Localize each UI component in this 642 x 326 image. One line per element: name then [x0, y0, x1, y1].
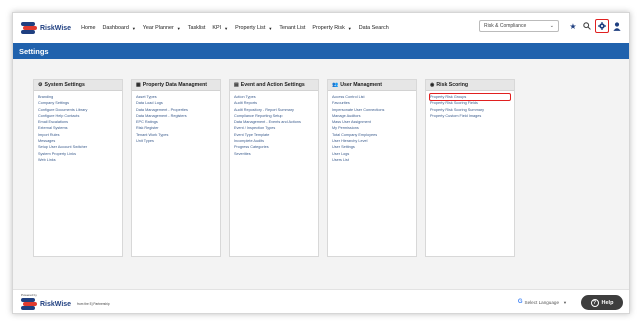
caret-down-icon: ▼: [347, 25, 352, 31]
caret-down-icon: ▼: [563, 299, 567, 305]
nav-kpi[interactable]: KPI ▼: [212, 25, 228, 31]
nav-tasklist-label: Tasklist: [187, 25, 206, 31]
nav-home[interactable]: Home: [81, 25, 95, 31]
help-label: Help: [601, 299, 614, 306]
caret-down-icon: ▼: [176, 25, 181, 31]
language-select-label: Select Language: [524, 299, 560, 305]
link-property-custom-field-images[interactable]: Property Custom Field Images: [430, 113, 510, 119]
chevron-down-icon: ⌄: [549, 23, 554, 29]
app-window: RiskWise Home Dashboard ▼ Year Planner ▼ T…: [12, 12, 630, 314]
panel-user-managment: 👥 User Managment Access Control List Fav…: [327, 79, 417, 257]
search-icon[interactable]: [581, 20, 593, 32]
building-icon: ▦: [136, 82, 141, 88]
nav-home-label: Home: [81, 25, 96, 31]
nav-dashboard[interactable]: Dashboard ▼: [102, 25, 135, 31]
powered-by-text: Powered by: [21, 293, 37, 297]
panel-title: User Managment: [340, 82, 383, 88]
nav-tenant-list-label: Tenant List: [279, 25, 306, 31]
nav-year-planner-label: Year Planner: [142, 25, 174, 31]
panel-title: Property Data Managment: [142, 82, 208, 88]
nav-year-planner[interactable]: Year Planner ▼: [143, 25, 181, 31]
user-icon[interactable]: [611, 20, 623, 32]
link-unit-types[interactable]: Unit Types: [136, 138, 216, 144]
page-title: Settings: [19, 46, 49, 56]
link-severities[interactable]: Severities: [234, 151, 314, 157]
nav-property-risk-label: Property Risk: [312, 25, 345, 31]
footer: Powered by RiskWise from the Ej Partners…: [13, 289, 629, 313]
nav-property-list-label: Property List: [235, 25, 266, 31]
caret-down-icon: ▼: [268, 25, 273, 31]
panel-event-action-settings: ▤ Event and Action Settings Action Types…: [229, 79, 319, 257]
riskwise-logo-icon: [21, 298, 37, 310]
panel-property-data-managment: ▦ Property Data Managment Asset Types Da…: [131, 79, 221, 257]
navbar-tools: Risk & Compliance ⌄ ★: [479, 19, 623, 33]
panel-header: ▤ Event and Action Settings: [230, 80, 318, 91]
panel-title: System Settings: [44, 82, 85, 88]
module-select-value: Risk & Compliance: [484, 23, 527, 29]
nav-data-search-label: Data Search: [358, 25, 389, 31]
panel-title: Event and Action Settings: [240, 82, 305, 88]
caret-down-icon: ▼: [131, 25, 136, 31]
link-web-links[interactable]: Web Links: [38, 157, 118, 163]
dashboard-icon: ◉: [430, 82, 435, 88]
footer-brand-name: RiskWise: [40, 300, 72, 308]
google-icon: G: [517, 299, 523, 305]
nav-dashboard-label: Dashboard: [102, 25, 129, 31]
panel-header: ⚙ System Settings: [34, 80, 122, 91]
riskwise-logo-icon: [21, 22, 37, 34]
panel-risk-scoring: ◉ Risk Scoring Property Risk Groups Prop…: [425, 79, 515, 257]
nav-property-list[interactable]: Property List ▼: [235, 25, 272, 31]
help-button[interactable]: ? Help: [581, 295, 623, 310]
footer-brand: RiskWise from the Ej Partnership: [21, 298, 110, 310]
brand-name: RiskWise: [40, 24, 72, 32]
question-icon: ?: [590, 298, 599, 307]
top-navbar: RiskWise Home Dashboard ▼ Year Planner ▼ T…: [13, 13, 629, 43]
link-users-list[interactable]: Users List: [332, 157, 412, 163]
settings-content: ⚙ System Settings Branding Company Setti…: [13, 59, 629, 289]
panel-header: 👥 User Managment: [328, 80, 416, 91]
star-icon[interactable]: ★: [567, 20, 579, 32]
panel-header: ▦ Property Data Managment: [132, 80, 220, 91]
partner-text: from the Ej Partnership: [77, 302, 110, 306]
panel-header: ◉ Risk Scoring: [426, 80, 514, 91]
panel-title: Risk Scoring: [436, 82, 469, 88]
nav-data-search[interactable]: Data Search: [359, 25, 389, 31]
caret-down-icon: ▼: [224, 25, 229, 31]
users-icon: 👥: [332, 82, 339, 88]
nav-tasklist[interactable]: Tasklist: [188, 25, 206, 31]
brand-logo[interactable]: RiskWise: [21, 22, 71, 34]
gear-icon[interactable]: [595, 19, 609, 33]
language-select[interactable]: G Select Language ▼: [518, 299, 567, 305]
calendar-icon: ▤: [234, 82, 239, 88]
module-select[interactable]: Risk & Compliance ⌄: [479, 20, 559, 32]
panel-system-settings: ⚙ System Settings Branding Company Setti…: [33, 79, 123, 257]
nav-tenant-list[interactable]: Tenant List: [279, 25, 305, 31]
gear-icon: ⚙: [38, 82, 43, 88]
page-header: Settings: [13, 43, 629, 59]
nav-property-risk[interactable]: Property Risk ▼: [312, 25, 351, 31]
nav-kpi-label: KPI: [212, 25, 222, 31]
